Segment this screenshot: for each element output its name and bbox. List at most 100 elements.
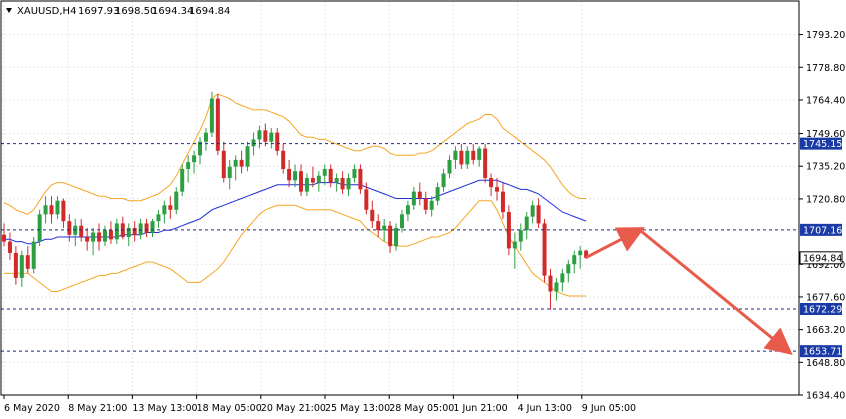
candle-body: [43, 205, 48, 215]
candle-body: [2, 234, 6, 242]
candle-body: [399, 214, 404, 228]
candle-body: [162, 205, 167, 215]
candle-body: [186, 162, 191, 169]
candle-body: [358, 168, 363, 190]
candle-body: [417, 191, 422, 199]
y-tick-label: 1735.20: [806, 162, 845, 173]
candle-body: [530, 205, 535, 217]
candle-body: [512, 241, 517, 249]
candle-body: [263, 130, 268, 142]
candle-body: [13, 252, 18, 278]
candle-body: [453, 150, 458, 160]
candle-body: [346, 178, 351, 190]
candle: [542, 218, 547, 283]
candle-body: [483, 148, 488, 179]
x-tick-label: 8 May 21:00: [68, 403, 127, 414]
candle-body: [269, 132, 274, 142]
candle-body: [560, 273, 565, 283]
candle-body: [423, 198, 428, 210]
candle-body: [49, 205, 54, 215]
candle-body: [25, 255, 30, 269]
candle-body: [132, 227, 137, 235]
x-tick-label: 20 May 21:00: [261, 403, 326, 414]
candle-body: [316, 175, 321, 183]
candle-body: [227, 166, 232, 179]
candle-body: [180, 168, 185, 192]
candle-body: [209, 98, 214, 133]
level-tag-label: 1707.16: [803, 225, 842, 236]
y-tick-label: 1793.20: [806, 30, 845, 41]
candle-body: [114, 223, 119, 240]
y-tick-label: 1648.80: [806, 358, 845, 369]
candle-body: [102, 230, 107, 242]
candle-body: [203, 132, 208, 142]
candle-body: [578, 250, 583, 256]
candle-body: [388, 225, 393, 247]
candle-body: [536, 205, 541, 224]
candle: [180, 164, 185, 197]
candle-body: [239, 159, 244, 167]
candle-body: [566, 264, 571, 274]
level-tag-label: 1672.29: [803, 305, 842, 316]
candle-body: [477, 148, 482, 160]
header-open: 1697.93: [78, 6, 119, 17]
candle-body: [328, 168, 333, 183]
price-chart: XAUUSD,H4 1697.93 1698.50 1694.34 1694.8…: [0, 0, 846, 419]
candle-body: [572, 255, 577, 265]
candle: [209, 91, 214, 138]
candle-body: [108, 230, 113, 240]
candle-body: [144, 223, 149, 233]
x-tick-label: 9 Jun 05:00: [582, 403, 636, 414]
candle: [215, 94, 220, 156]
candle-body: [245, 146, 250, 167]
candle-body: [405, 205, 410, 215]
candle-body: [91, 232, 96, 242]
y-tick-label: 1720.80: [806, 194, 845, 205]
candle-body: [67, 221, 72, 235]
candle-body: [322, 168, 327, 176]
candle-body: [304, 178, 309, 192]
candle: [37, 209, 42, 247]
candle-body: [85, 237, 90, 242]
candle-body: [447, 159, 452, 174]
candle-body: [299, 171, 303, 192]
x-tick-label: 6 May 2020: [4, 403, 60, 414]
candle-body: [156, 214, 161, 222]
candle-body: [334, 178, 339, 183]
y-tick-label: 1634.40: [806, 391, 845, 402]
header-close: 1694.84: [189, 6, 230, 17]
candle-body: [293, 171, 298, 181]
chart-header: XAUUSD,H4 1697.93 1698.50 1694.34 1694.8…: [6, 6, 230, 17]
candle-body: [524, 216, 529, 231]
candle-body: [150, 221, 155, 233]
candle-body: [19, 255, 24, 278]
candle-body: [7, 241, 12, 253]
x-tick-label: 28 May 05:00: [389, 403, 454, 414]
candle-body: [257, 130, 262, 140]
candle-body: [394, 227, 399, 247]
candle-body: [281, 150, 286, 169]
x-tick-label: 13 May 13:00: [132, 403, 197, 414]
candle-body: [138, 223, 143, 235]
candle-body: [61, 200, 66, 222]
header-symbol: XAUUSD,H4: [17, 6, 76, 17]
header-high: 1698.50: [115, 6, 156, 17]
candle-body: [37, 214, 42, 242]
candle-body: [174, 191, 179, 210]
candle-body: [489, 178, 494, 188]
x-tick-label: 4 Jun 13:00: [518, 403, 572, 414]
level-tag-label: 1745.15: [803, 139, 842, 150]
candle-body: [97, 232, 102, 242]
candle-body: [215, 98, 220, 151]
candle: [31, 237, 36, 274]
y-tick-label: 1677.60: [806, 292, 845, 303]
candle-body: [251, 139, 256, 147]
candle-body: [370, 209, 375, 222]
candle-body: [435, 187, 440, 201]
candle-body: [192, 155, 197, 163]
candle-body: [548, 275, 553, 292]
candle-body: [126, 227, 131, 238]
candle-body: [500, 191, 505, 213]
candle-body: [459, 150, 464, 165]
candle-body: [233, 159, 238, 167]
